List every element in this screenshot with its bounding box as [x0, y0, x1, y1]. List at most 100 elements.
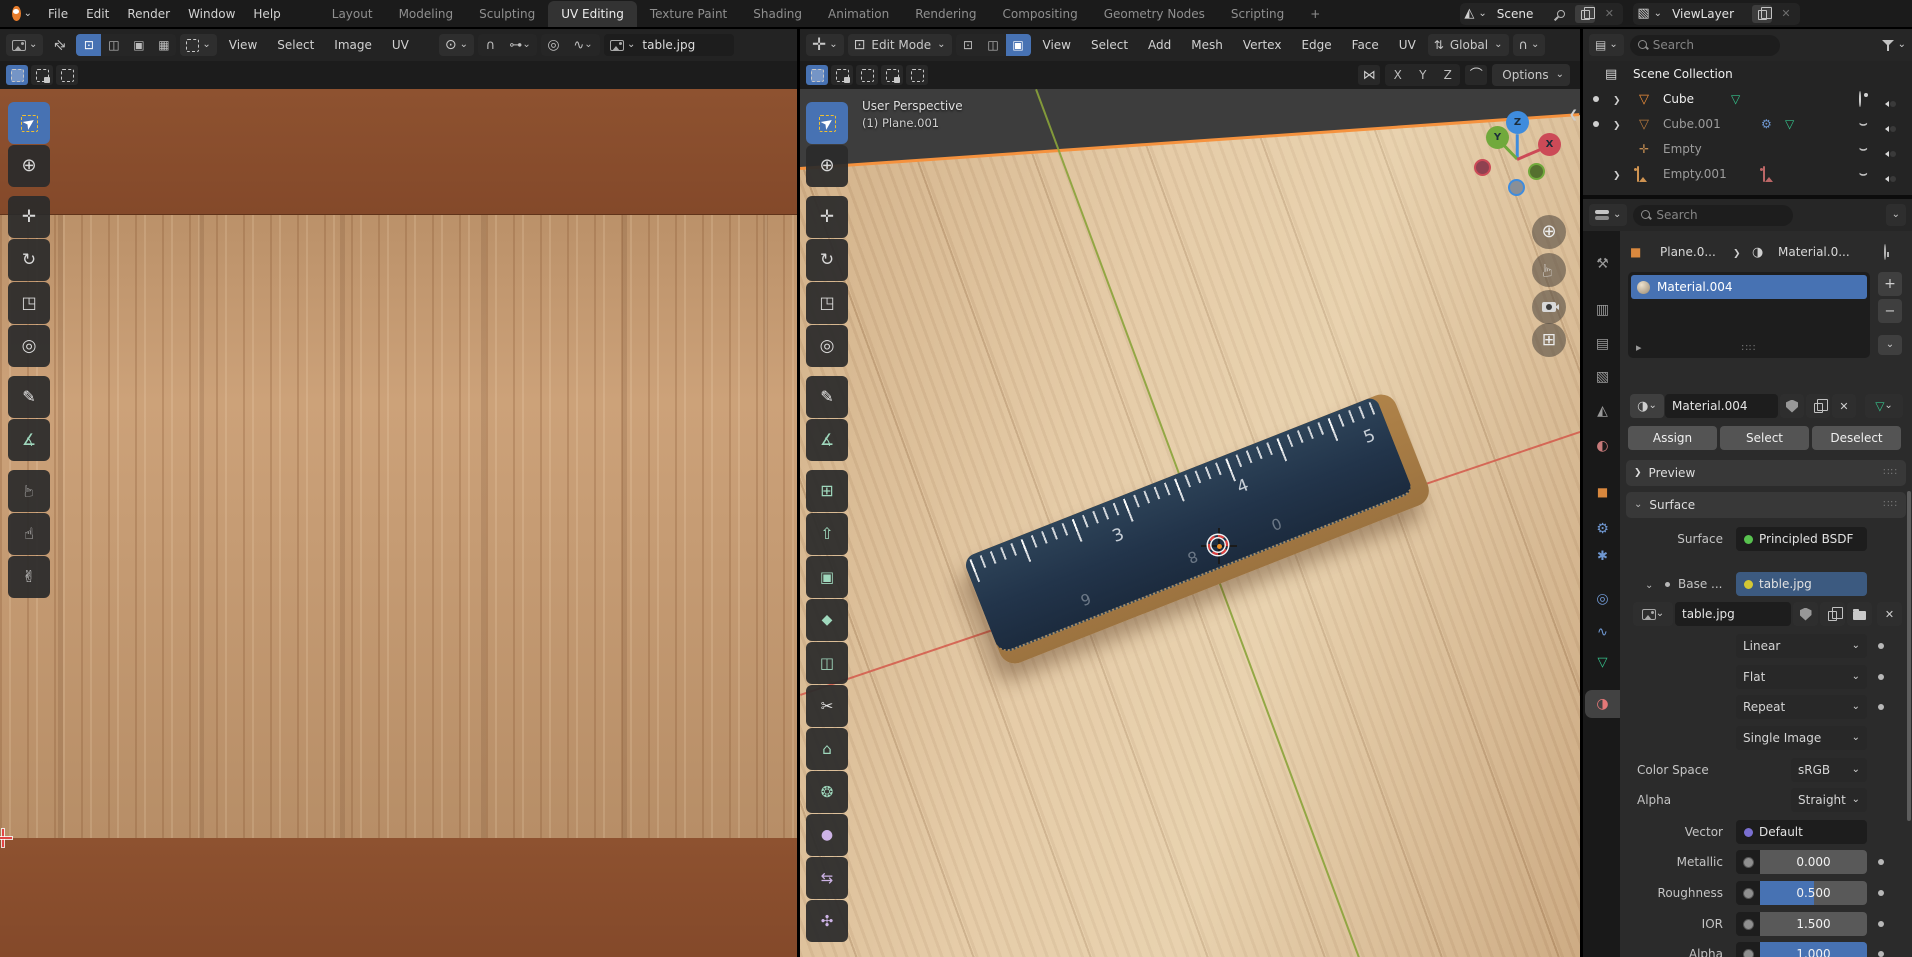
- tab-world[interactable]: [1585, 432, 1620, 460]
- uv-tool-measure-button[interactable]: [8, 419, 50, 461]
- source-dropdown[interactable]: Single Image: [1736, 726, 1867, 750]
- expand-chevron-icon[interactable]: [1613, 122, 1621, 131]
- tool-edge-slide-button[interactable]: [806, 857, 848, 899]
- drag-grip-icon[interactable]: [1883, 468, 1898, 478]
- tab-texture-paint[interactable]: Texture Paint: [637, 1, 740, 27]
- unlink-scene-button[interactable]: [1599, 5, 1619, 23]
- slot-list-expand-icon[interactable]: [1636, 342, 1642, 353]
- preview-panel-header[interactable]: Preview: [1626, 460, 1906, 486]
- uv-select-vertex-button[interactable]: [76, 34, 101, 56]
- uv-falloff-dropdown[interactable]: [566, 34, 600, 56]
- gizmo-x-axis[interactable]: X: [1538, 133, 1561, 156]
- interpolation-dropdown[interactable]: Linear: [1736, 634, 1867, 658]
- tool-measure-button[interactable]: [806, 419, 848, 461]
- select-mode-new-button[interactable]: [6, 65, 28, 85]
- uv-menu-uv[interactable]: UV: [384, 35, 417, 55]
- viewport-canvas[interactable]: 3 4 5 6 8 0 User Perspective (1) Plane.0…: [800, 89, 1580, 957]
- scene-icon[interactable]: [1464, 7, 1474, 20]
- chevron-down-icon[interactable]: [1645, 581, 1653, 591]
- gizmo-z-axis[interactable]: Z: [1506, 111, 1529, 134]
- proportional-falloff-button[interactable]: [1465, 65, 1487, 85]
- select-mode-extend-button[interactable]: [31, 65, 53, 85]
- orthographic-toggle-button[interactable]: [1532, 323, 1566, 357]
- uv-select-island-button[interactable]: [151, 34, 176, 56]
- material-specials-button[interactable]: [1865, 394, 1903, 418]
- mirror-x-button[interactable]: X: [1385, 64, 1410, 86]
- uv-snap-toggle[interactable]: [478, 34, 503, 56]
- copy-viewlayer-button[interactable]: [1752, 5, 1772, 23]
- unlink-image-button[interactable]: [1877, 602, 1902, 626]
- decorator-dot[interactable]: [1878, 643, 1884, 649]
- eye-closed-icon[interactable]: [1859, 168, 1868, 181]
- fake-user-button[interactable]: [1780, 394, 1804, 418]
- vp-menu-mesh[interactable]: Mesh: [1183, 35, 1231, 55]
- chevron-down-icon[interactable]: [1478, 9, 1486, 19]
- options-dropdown[interactable]: Options: [1492, 64, 1570, 86]
- outliner-row-scene-collection[interactable]: Scene Collection: [1583, 61, 1912, 86]
- tab-shading[interactable]: Shading: [740, 1, 815, 27]
- deselect-button[interactable]: Deselect: [1812, 426, 1901, 450]
- camera-view-button[interactable]: [1532, 290, 1566, 324]
- mirror-toggle[interactable]: [1358, 65, 1380, 85]
- chevron-down-icon[interactable]: [1898, 40, 1906, 50]
- roughness-slider[interactable]: 0.500: [1736, 881, 1867, 905]
- properties-editor-type-button[interactable]: [1589, 204, 1627, 226]
- eye-open-icon[interactable]: [1859, 91, 1861, 107]
- remove-viewlayer-button[interactable]: [1776, 5, 1796, 23]
- decorator-dot[interactable]: [1878, 674, 1884, 680]
- breadcrumb-material[interactable]: Material.0...: [1778, 245, 1850, 259]
- add-workspace-button[interactable]: +: [1297, 1, 1333, 27]
- tab-object[interactable]: [1585, 478, 1620, 506]
- remove-slot-button[interactable]: [1878, 299, 1902, 323]
- tab-scene[interactable]: [1585, 397, 1620, 425]
- tool-inset-button[interactable]: [806, 556, 848, 598]
- vp-menu-edge[interactable]: Edge: [1293, 35, 1339, 55]
- uv-select-face-button[interactable]: [126, 34, 151, 56]
- tab-geometry-nodes[interactable]: Geometry Nodes: [1091, 1, 1218, 27]
- uv-2d-cursor[interactable]: [0, 829, 12, 847]
- select-button[interactable]: Select: [1720, 426, 1809, 450]
- material-slot-selected[interactable]: Material.004: [1631, 275, 1867, 299]
- tab-layout[interactable]: Layout: [319, 1, 386, 27]
- menu-edit[interactable]: Edit: [78, 4, 117, 24]
- tab-physics[interactable]: [1585, 585, 1620, 613]
- tab-sculpting[interactable]: Sculpting: [466, 1, 548, 27]
- tab-modifiers[interactable]: [1585, 515, 1620, 543]
- tool-knife-button[interactable]: [806, 685, 848, 727]
- vp-menu-view[interactable]: View: [1035, 35, 1079, 55]
- uv-snap-target-dropdown[interactable]: [503, 34, 537, 56]
- slot-specials-button[interactable]: [1878, 335, 1902, 355]
- transform-orientation-dropdown[interactable]: Global: [1428, 34, 1509, 56]
- tab-scripting[interactable]: Scripting: [1218, 1, 1297, 27]
- scene-name[interactable]: Scene: [1491, 7, 1548, 21]
- outliner-row-empty[interactable]: Empty: [1583, 136, 1912, 161]
- tab-constraints[interactable]: [1585, 618, 1620, 646]
- uv-tool-pinch-button[interactable]: [8, 556, 50, 598]
- outliner-search[interactable]: [1630, 35, 1780, 56]
- tool-rotate-button[interactable]: [806, 239, 848, 281]
- uv-canvas[interactable]: [0, 89, 797, 957]
- edge-mode-button[interactable]: [981, 34, 1006, 56]
- uv-menu-view[interactable]: View: [221, 35, 265, 55]
- decorator-dot[interactable]: [1878, 890, 1884, 896]
- viewlayer-name[interactable]: ViewLayer: [1666, 7, 1748, 21]
- expand-chevron-icon[interactable]: [1613, 97, 1621, 106]
- chevron-down-icon[interactable]: [1654, 9, 1662, 19]
- uv-tool-scale-button[interactable]: [8, 282, 50, 324]
- tool-spin-button[interactable]: [806, 771, 848, 813]
- uv-sync-selection-toggle[interactable]: [47, 34, 72, 56]
- tool-extrude-button[interactable]: [806, 513, 848, 555]
- color-space-dropdown[interactable]: sRGB: [1791, 758, 1867, 782]
- uv-sticky-select-dropdown[interactable]: [180, 34, 216, 56]
- tool-poly-build-button[interactable]: [806, 728, 848, 770]
- menu-file[interactable]: File: [40, 4, 76, 24]
- pan-button[interactable]: [1532, 253, 1566, 287]
- uv-proportional-toggle[interactable]: [541, 34, 566, 56]
- tool-loop-cut-button[interactable]: [806, 642, 848, 684]
- tool-select-box-button[interactable]: [806, 102, 848, 144]
- tool-annotate-button[interactable]: [806, 376, 848, 418]
- alpha-mode-dropdown[interactable]: Straight: [1791, 788, 1867, 812]
- tab-material[interactable]: [1585, 690, 1620, 718]
- outliner-row-cube[interactable]: Cube: [1583, 86, 1912, 111]
- tool-move-button[interactable]: [806, 196, 848, 238]
